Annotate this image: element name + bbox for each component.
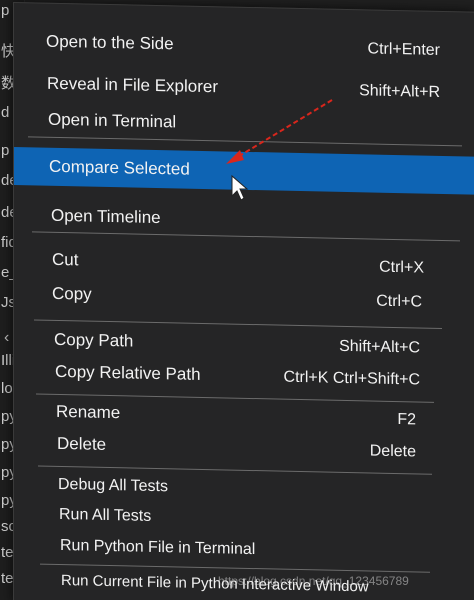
menu-item-compare-selected[interactable]: Compare Selected [14,147,474,195]
menu-item-label: Copy [52,283,92,304]
menu-item-label: Cut [52,249,79,270]
menu-item-label: Reveal in File Explorer [47,73,219,97]
menu-item-shortcut: F2 [397,411,416,429]
screenshot-stage: p 快 数 d p de de fid e_ Jso Illi log py p… [0,0,474,600]
menu-item-shortcut: Ctrl+K Ctrl+Shift+C [283,368,420,389]
menu-item-label: Copy Path [54,329,134,351]
menu-item-label: Copy Relative Path [55,361,201,384]
menu-item-label: Compare Selected [49,156,190,179]
menu-item-label: Run All Tests [59,505,152,525]
menu-item-label: Delete [57,433,107,454]
menu-item-shortcut: Shift+Alt+C [339,337,420,357]
menu-item-label: Debug All Tests [58,475,168,496]
explorer-fragment: d [1,104,10,121]
menu-item-copy[interactable]: Copy Ctrl+C [14,277,474,319]
explorer-fragment: p [1,2,10,19]
menu-item-open-to-the-side[interactable]: Open to the Side Ctrl+Enter [14,25,474,67]
menu-item-label: Run Python File in Terminal [60,536,256,559]
menu-item-label: Rename [56,401,121,423]
menu-item-shortcut: Ctrl+X [379,258,424,277]
menu-item-shortcut: Ctrl+Enter [367,40,440,59]
menu-item-label: Open to the Side [46,31,174,54]
menu-item-shortcut: Delete [369,442,416,461]
menu-item-shortcut: Shift+Alt+R [359,82,440,101]
menu-item-label: Open Timeline [51,205,161,228]
watermark-text: https://blog.csdn.net/qq_123456789 [218,574,409,588]
menu-item-label: Open in Terminal [48,109,177,132]
menu-item-open-timeline[interactable]: Open Timeline [14,199,474,241]
explorer-fragment: te [1,544,14,561]
explorer-fragment: te [1,570,14,587]
explorer-fragment: p [1,142,10,159]
menu-item-reveal-in-file-explorer[interactable]: Reveal in File Explorer Shift+Alt+R [14,67,474,109]
menu-item-shortcut: Ctrl+C [376,292,422,311]
context-menu: Open to the Side Ctrl+Enter Reveal in Fi… [13,2,474,600]
